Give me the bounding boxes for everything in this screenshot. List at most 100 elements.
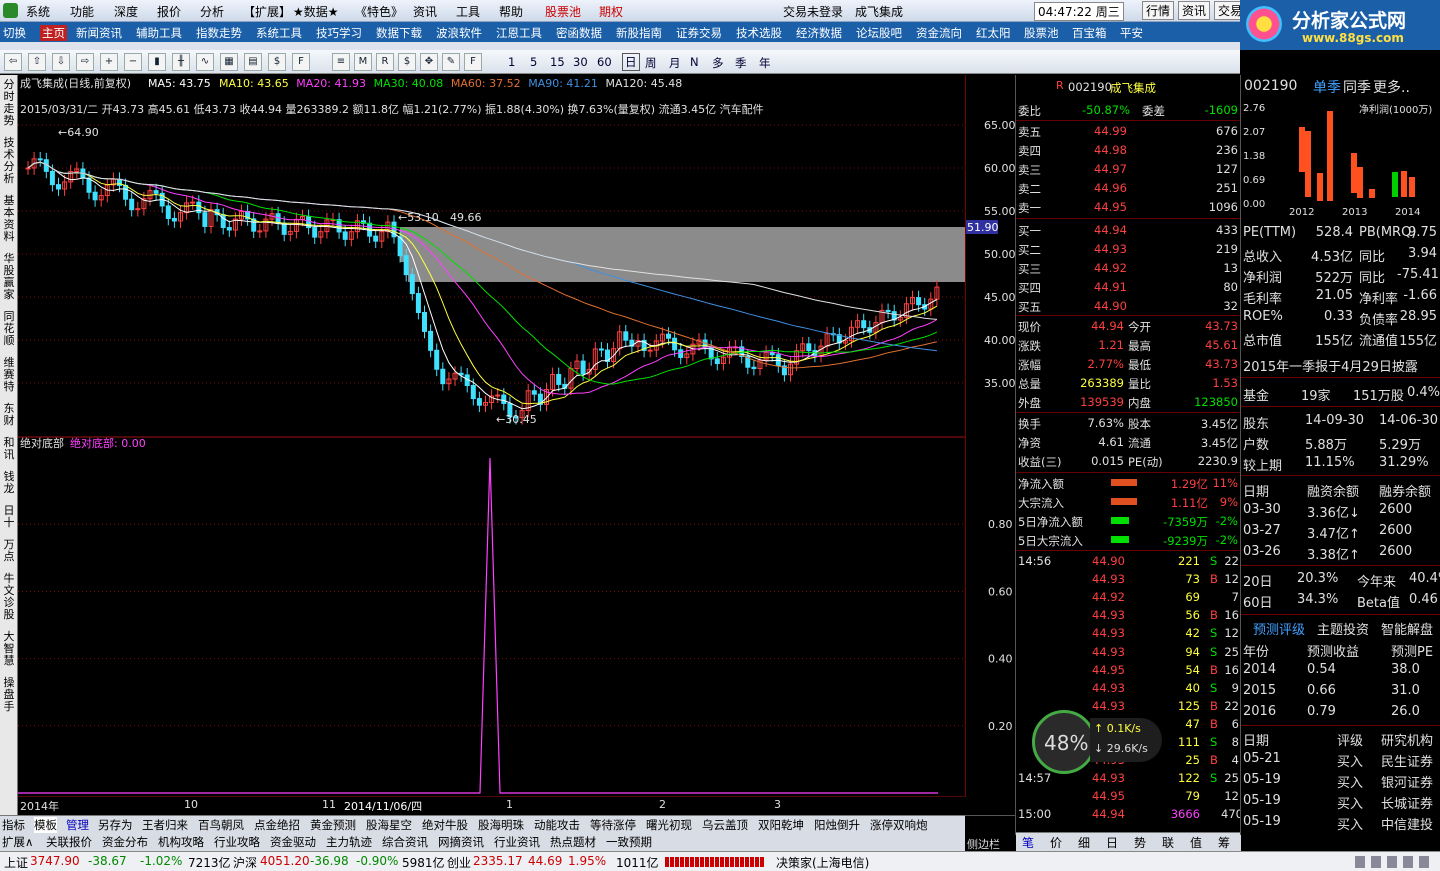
indicator-tab-0[interactable]: 指标: [2, 817, 25, 833]
ext-tab-8[interactable]: 网摘资讯: [438, 834, 484, 850]
indicator-tab-5[interactable]: 百鸟朝凤: [198, 817, 244, 833]
link-12[interactable]: 证券交易: [676, 25, 722, 41]
menu-10[interactable]: 帮助: [499, 3, 523, 20]
zoom-in-icon[interactable]: +: [100, 53, 118, 71]
leftnav-4[interactable]: 同花顺: [2, 311, 16, 347]
indicator-tab-17[interactable]: 涨停双响炮: [870, 817, 928, 833]
ext-tab-0[interactable]: 扩展∧: [2, 834, 33, 850]
ext-tab-11[interactable]: 一致预期: [606, 834, 652, 850]
link-3[interactable]: 辅助工具: [136, 25, 182, 41]
list-icon[interactable]: ≡: [332, 53, 350, 71]
left-arrow-icon[interactable]: ⇦: [4, 53, 22, 71]
menu-7[interactable]: 《特色》: [355, 3, 403, 20]
link-1[interactable]: 主页: [40, 25, 67, 41]
bar-icon[interactable]: ╫: [172, 53, 190, 71]
ext-tab-1[interactable]: 关联报价: [46, 834, 92, 850]
money-icon[interactable]: $: [398, 53, 416, 71]
period-多[interactable]: 多: [712, 55, 724, 71]
ext-tab-10[interactable]: 热点题材: [550, 834, 596, 850]
leftnav-7[interactable]: 和讯: [2, 437, 16, 461]
menu-0[interactable]: 系统: [26, 3, 50, 20]
indicator-tab-13[interactable]: 曙光初现: [646, 817, 692, 833]
candle-icon[interactable]: ▮: [148, 53, 166, 71]
ext-tab-6[interactable]: 主力轨迹: [326, 834, 372, 850]
link-5[interactable]: 系统工具: [256, 25, 302, 41]
kline-chart[interactable]: 成飞集成(日线,前复权) MA5: 43.75 MA10: 43.65 MA20: 4…: [18, 75, 965, 797]
indicator-tab-7[interactable]: 黄金预测: [310, 817, 356, 833]
leftnav-8[interactable]: 钱龙: [2, 471, 16, 495]
quote-tab-1[interactable]: 价: [1050, 834, 1062, 851]
link-17[interactable]: 红太阳: [976, 25, 1011, 41]
period-N[interactable]: N: [690, 55, 699, 69]
leftnav-12[interactable]: 大智慧: [2, 631, 16, 667]
ext-tab-9[interactable]: 行业资讯: [494, 834, 540, 850]
leftnav-11[interactable]: 牛文诊股: [2, 573, 16, 621]
quote-tab-0[interactable]: 笔: [1022, 834, 1034, 851]
link-19[interactable]: 百宝箱: [1072, 25, 1107, 41]
indicator-tab-2[interactable]: 管理: [66, 817, 89, 833]
indicator-tab-11[interactable]: 动能攻击: [534, 817, 580, 833]
ext-tab-5[interactable]: 资金驱动: [270, 834, 316, 850]
indicator-tab-14[interactable]: 乌云盖顶: [702, 817, 748, 833]
leftnav-6[interactable]: 东财: [2, 403, 16, 427]
quote-tab-4[interactable]: 势: [1134, 834, 1146, 851]
grid-icon[interactable]: ▤: [244, 53, 262, 71]
period-1[interactable]: 1: [508, 55, 515, 69]
period-月[interactable]: 月: [669, 55, 681, 71]
link-9[interactable]: 江恩工具: [496, 25, 542, 41]
f10-icon[interactable]: F: [292, 53, 310, 71]
fund-icon[interactable]: $: [268, 53, 286, 71]
link-15[interactable]: 论坛股吧: [856, 25, 902, 41]
menu-6[interactable]: ★数据★: [293, 3, 339, 20]
right-arrow-icon[interactable]: ⇨: [76, 53, 94, 71]
market-button[interactable]: 行情: [1142, 1, 1175, 20]
quote-tab-7[interactable]: 筹: [1218, 834, 1230, 851]
f10-tab-1[interactable]: 同季: [1343, 77, 1371, 97]
indicator-tab-4[interactable]: 王者归来: [142, 817, 188, 833]
period-60[interactable]: 60: [597, 55, 612, 69]
line-chart-icon[interactable]: ∿: [196, 53, 214, 71]
link-16[interactable]: 资金流向: [916, 25, 962, 41]
menu-11[interactable]: 股票池: [545, 3, 581, 20]
forecast-tab-2[interactable]: 智能解盘: [1381, 619, 1433, 638]
indicator-tab-16[interactable]: 阳烛倒升: [814, 817, 860, 833]
move-icon[interactable]: ✥: [420, 53, 438, 71]
menu-8[interactable]: 资讯: [413, 3, 437, 20]
link-11[interactable]: 新股指南: [616, 25, 662, 41]
menu-2[interactable]: 深度: [114, 3, 138, 20]
menu-4[interactable]: 分析: [200, 3, 224, 20]
sidebar-toggle[interactable]: 侧边栏: [967, 836, 1000, 852]
period-15[interactable]: 15: [550, 55, 565, 69]
link-0[interactable]: 切换: [3, 25, 26, 41]
link-20[interactable]: 平安: [1120, 25, 1143, 41]
leftnav-10[interactable]: 万点: [2, 539, 16, 563]
link-6[interactable]: 技巧学习: [316, 25, 362, 41]
link-14[interactable]: 经济数据: [796, 25, 842, 41]
down-arrow-icon[interactable]: ⇩: [52, 53, 70, 71]
menu-1[interactable]: 功能: [70, 3, 94, 20]
f10-tab-2[interactable]: 更多..: [1373, 77, 1410, 97]
indicator-tab-15[interactable]: 双阳乾坤: [758, 817, 804, 833]
period-日[interactable]: 日: [622, 53, 640, 71]
period-30[interactable]: 30: [573, 55, 588, 69]
indicator-tab-8[interactable]: 股海星空: [366, 817, 412, 833]
f10-tab-0[interactable]: 单季: [1313, 77, 1341, 97]
forecast-tab-0[interactable]: 预测评级: [1253, 619, 1305, 638]
period-周[interactable]: 周: [645, 55, 657, 71]
link-10[interactable]: 密函数据: [556, 25, 602, 41]
macd-icon[interactable]: M: [354, 53, 372, 71]
link-8[interactable]: 波浪软件: [436, 25, 482, 41]
menu-5[interactable]: 【扩展】: [243, 3, 291, 20]
period-5[interactable]: 5: [530, 55, 537, 69]
pencil-icon[interactable]: ✎: [442, 53, 460, 71]
ext-tab-7[interactable]: 综合资讯: [382, 834, 428, 850]
indicator-tab-12[interactable]: 等待涨停: [590, 817, 636, 833]
quote-tab-6[interactable]: 值: [1190, 834, 1202, 851]
leftnav-9[interactable]: 日十: [2, 505, 16, 529]
table-icon[interactable]: ▦: [220, 53, 238, 71]
leftnav-13[interactable]: 操盘手: [2, 677, 16, 713]
link-18[interactable]: 股票池: [1024, 25, 1059, 41]
up-arrow-icon[interactable]: ⇧: [28, 53, 46, 71]
link-4[interactable]: 指数走势: [196, 25, 242, 41]
period-季[interactable]: 季: [735, 55, 747, 71]
